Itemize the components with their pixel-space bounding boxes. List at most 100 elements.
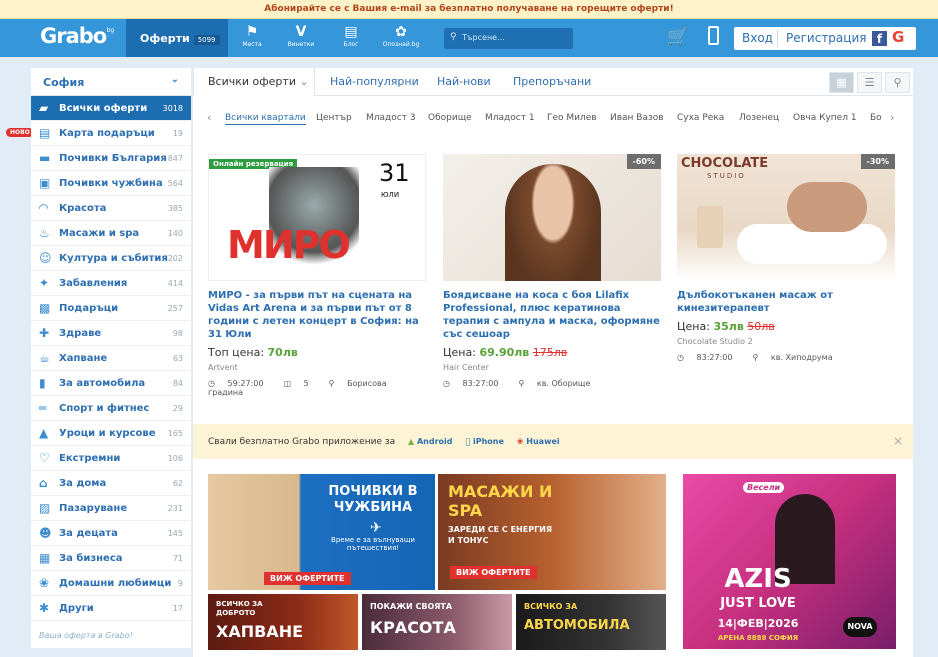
banner-food[interactable]: ВСИЧКО ЗА ДОБРОТО ХАПВАНЕ bbox=[208, 594, 358, 650]
sidebar-item-count: 98 bbox=[172, 329, 183, 338]
huawei-icon: ❀ bbox=[517, 437, 524, 446]
offers-tab[interactable]: Оферти 5099 bbox=[126, 19, 228, 57]
hood-item[interactable]: Бо bbox=[870, 113, 882, 123]
offer-card[interactable]: -60% Боядисване на коса с боя Lilafix Pr… bbox=[443, 154, 661, 388]
sidebar-item-label: Почивки чужбина bbox=[59, 178, 163, 189]
sidebar-item[interactable]: ☻ За децата 145 bbox=[31, 521, 191, 546]
bed-icon: ▬ bbox=[39, 151, 51, 165]
sidebar-item[interactable]: ▰ Всички оферти 3018 bbox=[31, 96, 191, 121]
hood-all[interactable]: Всички квартали bbox=[225, 113, 306, 125]
grabo-logo[interactable]: Grabo bg bbox=[40, 24, 114, 48]
blog-icon: ▤ bbox=[344, 24, 358, 40]
sidebar-item-count: 17 bbox=[172, 604, 183, 613]
sidebar-item[interactable]: ⌂ За дома 62 bbox=[31, 471, 191, 496]
banner-travel[interactable]: ПОЧИВКИ В ЧУЖБИНА Време е за вълнуващи п… bbox=[208, 474, 435, 590]
banner-azis-venue: АРЕНА 8888 СОФИЯ bbox=[717, 634, 799, 642]
sidebar-item-count: 140 bbox=[167, 229, 183, 238]
hood-item[interactable]: Лозенец bbox=[739, 113, 779, 123]
sidebar-item-label: Масажи и spa bbox=[59, 228, 140, 239]
sidebar-item[interactable]: ☕ Хапване 63 bbox=[31, 346, 191, 371]
tab-popular[interactable]: Най-популярни bbox=[330, 68, 419, 96]
grid-view-icon[interactable]: ▦ bbox=[829, 72, 854, 93]
banner-travel-cta[interactable]: ВИЖ ОФЕРТИТЕ bbox=[264, 572, 351, 585]
mobile-app-icon[interactable] bbox=[708, 26, 719, 45]
discount-badge: -60% bbox=[626, 154, 661, 169]
heartbeat-icon: ♡ bbox=[39, 451, 50, 465]
offer-title[interactable]: МИРО - за първи път на сцената на Vidas … bbox=[208, 289, 426, 341]
close-icon[interactable]: × bbox=[893, 424, 903, 459]
banner-spa-cta[interactable]: ВИЖ ОФЕРТИТЕ bbox=[450, 566, 537, 579]
tab-newest[interactable]: Най-нови bbox=[437, 68, 491, 96]
sidebar-item[interactable]: ✦ Забавления 414 bbox=[31, 271, 191, 296]
iphone-link[interactable]:  iPhone bbox=[465, 437, 504, 446]
facebook-login-icon[interactable]: f bbox=[872, 31, 887, 46]
sidebar-item[interactable]: ▤ Карта подаръци 19 bbox=[31, 121, 191, 146]
sidebar-item[interactable]: ✱ Други 17 bbox=[31, 596, 191, 621]
sidebar-item[interactable]: ✚ Здраве 98 bbox=[31, 321, 191, 346]
hood-item[interactable]: Иван Вазов bbox=[610, 113, 664, 123]
banner-azis[interactable]: Весели AZIS JUST LOVE 14|ФЕВ|2026 АРЕНА … bbox=[683, 474, 896, 649]
hood-item[interactable]: Гео Милев bbox=[547, 113, 597, 123]
offer-title[interactable]: Боядисване на коса с боя Lilafix Profess… bbox=[443, 289, 661, 341]
nav-vignettes[interactable]: V Винетки bbox=[280, 23, 322, 48]
map-view-icon[interactable]: ⚲ bbox=[885, 72, 910, 93]
register-link[interactable]: Регистрация bbox=[786, 27, 866, 50]
sidebar-item[interactable]: ▩ Подаръци 257 bbox=[31, 296, 191, 321]
hood-item[interactable]: Овча Купел 1 bbox=[793, 113, 857, 123]
your-offer-link[interactable]: Ваша оферта в Grabo! bbox=[39, 631, 133, 640]
sidebar-item[interactable]: ♡ Екстремни 106 bbox=[31, 446, 191, 471]
hood-item[interactable]: Оборище bbox=[428, 113, 472, 123]
subscribe-banner[interactable]: Абонирайте се с Вашия e-mail за безплатн… bbox=[0, 0, 938, 19]
banner-beauty[interactable]: ПОКАЖИ СВОЯТА КРАСОТА bbox=[362, 594, 512, 650]
sidebar-item[interactable]: ☺ Култура и събития 202 bbox=[31, 246, 191, 271]
sidebar-item[interactable]: ▣ Почивки чужбина 564 bbox=[31, 171, 191, 196]
sidebar-item[interactable]: ▲ Уроци и курсове 165 bbox=[31, 421, 191, 446]
hood-item[interactable]: Младост 3 bbox=[366, 113, 416, 123]
basket-icon: ▨ bbox=[39, 501, 51, 515]
cart-icon[interactable]: 🛒 bbox=[667, 27, 688, 47]
offer-title[interactable]: Дълбокотъканен масаж от кинезитерапевт bbox=[677, 289, 895, 315]
hood-item[interactable]: Суха Река bbox=[677, 113, 724, 123]
offer-image[interactable]: -60% bbox=[443, 154, 661, 281]
nav-opoznai[interactable]: ✿ Опознай.bg bbox=[380, 23, 422, 48]
sidebar-item[interactable]: ═ Спорт и фитнес 29 bbox=[31, 396, 191, 421]
nav-blog[interactable]: ▤ Блог bbox=[330, 23, 372, 48]
city-selector[interactable]: София ⌄ bbox=[31, 68, 191, 96]
huawei-link[interactable]: ❀ Huawei bbox=[517, 437, 560, 446]
offer-price: Цена: 69.90лв 175лв bbox=[443, 346, 568, 359]
sidebar-item[interactable]: ❀ Домашни любимци 9 bbox=[31, 571, 191, 596]
banner-auto[interactable]: ВСИЧКО ЗА АВТОМОБИЛА bbox=[516, 594, 666, 650]
sidebar-item[interactable]: ◠ Красота 385 bbox=[31, 196, 191, 221]
sidebar-item-label: За децата bbox=[59, 528, 118, 539]
banner-spa[interactable]: МАСАЖИ И SPA ЗАРЕДИ СЕ С ЕНЕРГИЯ И ТОНУС… bbox=[438, 474, 666, 590]
login-link[interactable]: Вход bbox=[742, 27, 773, 50]
asterisk-icon: ✱ bbox=[39, 601, 50, 615]
sidebar-item[interactable]: ♨ Масажи и spa 140 bbox=[31, 221, 191, 246]
tab-recommended[interactable]: Препоръчани bbox=[513, 68, 591, 96]
list-view-icon[interactable]: ☰ bbox=[857, 72, 882, 93]
pin-icon: ⚑ bbox=[245, 24, 259, 40]
google-login-icon[interactable]: G bbox=[892, 28, 904, 46]
offer-card[interactable]: Онлайн резервация МИРО 31 ЮЛИ МИРО - за … bbox=[208, 154, 426, 397]
offer-image[interactable]: Онлайн резервация МИРО 31 ЮЛИ bbox=[208, 154, 426, 281]
hood-item[interactable]: Център bbox=[316, 113, 352, 123]
sidebar-item[interactable]: ▮ За автомобила 84 bbox=[31, 371, 191, 396]
sidebar-item[interactable]: ▦ За бизнеса 71 bbox=[31, 546, 191, 571]
banner-travel-title: ПОЧИВКИ В ЧУЖБИНА bbox=[328, 484, 418, 515]
chevron-right-icon[interactable]: › bbox=[890, 111, 894, 124]
offer-card[interactable]: CHOCOLATE STUDIO -30% Дълбокотъканен мас… bbox=[677, 154, 895, 362]
sidebar-item[interactable]: ▨ Пазаруване 231 bbox=[31, 496, 191, 521]
sidebar-item[interactable]: ▬ Почивки България 847 bbox=[31, 146, 191, 171]
nav-places[interactable]: ⚑ Места bbox=[231, 23, 273, 48]
hood-item[interactable]: Младост 1 bbox=[485, 113, 535, 123]
offer-meta: ◷ 83:27:00 ⚲ кв. Оборище bbox=[443, 379, 591, 388]
search-input[interactable]: ⚲ Търсене... bbox=[444, 28, 573, 49]
tab-all-offers[interactable]: Всички оферти ⌄ bbox=[193, 68, 315, 96]
health-icon: ✚ bbox=[39, 326, 50, 340]
poster-date: 31 bbox=[379, 159, 410, 187]
android-link[interactable]: ▲ Android bbox=[408, 437, 452, 446]
location-icon: ⚲ bbox=[752, 353, 759, 362]
sidebar-item-count: 106 bbox=[167, 454, 183, 463]
offer-image[interactable]: CHOCOLATE STUDIO -30% bbox=[677, 154, 895, 281]
chevron-left-icon[interactable]: ‹ bbox=[207, 111, 211, 124]
